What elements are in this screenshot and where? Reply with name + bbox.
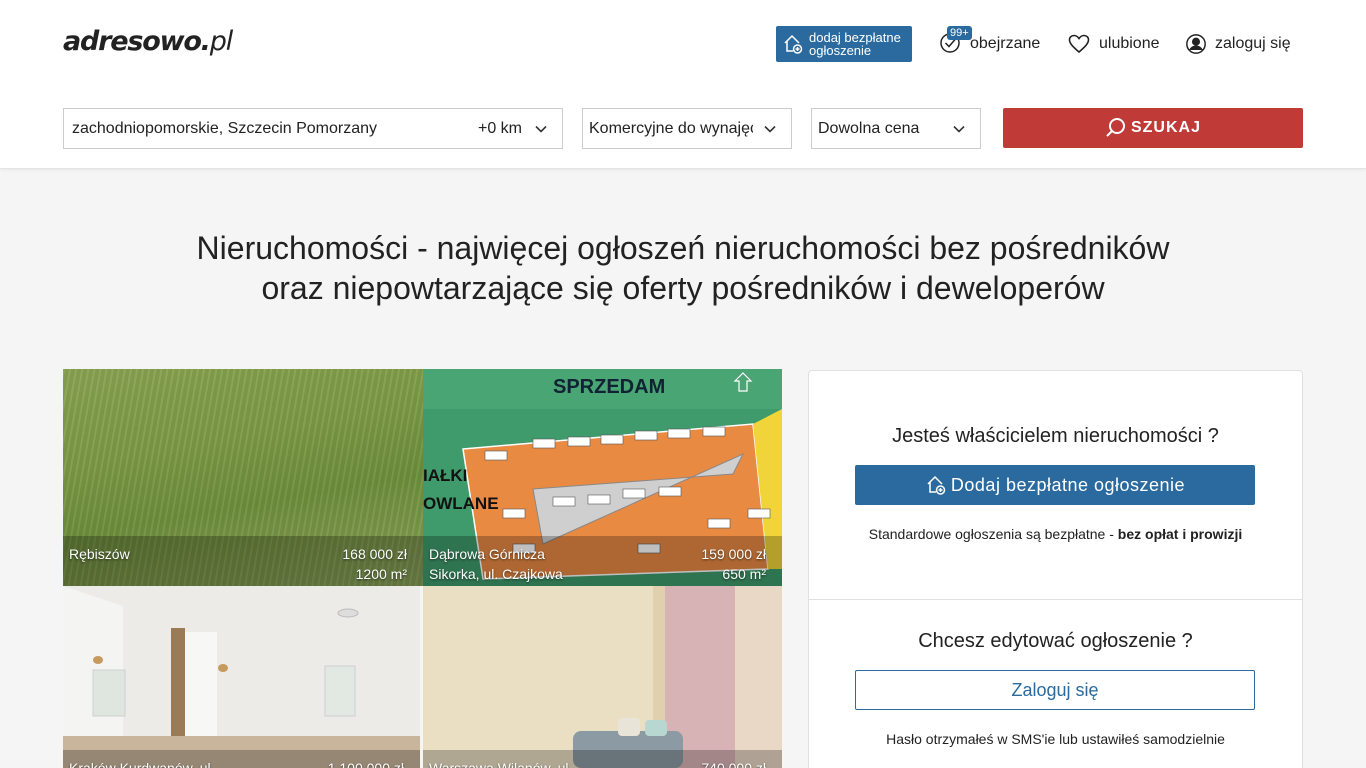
listing-area: 650 m² — [722, 566, 766, 582]
login-note: Hasło otrzymałeś w SMS'ie lub ustawiłeś … — [886, 731, 1225, 747]
add-listing-label-2: ogłoszenie — [809, 43, 872, 58]
nav-login[interactable]: zaloguj się — [1185, 31, 1291, 57]
search-button-label: SZUKAJ — [1130, 119, 1201, 136]
plot-side-text-2: OWLANE — [423, 494, 499, 513]
listing-location-detail: Sikorka, ul. Czajkowa — [429, 566, 563, 582]
nav-login-label: zaloguj się — [1215, 35, 1291, 52]
location-value: zachodniopomorskie, Szczecin Pomorzany — [72, 119, 378, 137]
add-listing-button[interactable]: dodaj bezpłatne ogłoszenie — [776, 26, 912, 62]
edit-question: Chcesz edytować ogłoszenie ? — [918, 630, 1193, 652]
listing-caption: Rębiszów 168 000 zł 1200 m² — [63, 536, 423, 586]
panel-divider — [809, 599, 1302, 600]
house-plus-icon — [927, 475, 946, 495]
listing-location: Dąbrowa Górnicza — [429, 546, 545, 562]
chevron-down-icon — [953, 125, 965, 133]
house-plus-icon — [784, 34, 803, 54]
listing-caption: Dąbrowa Górnicza Sikorka, ul. Czajkowa 15… — [423, 536, 782, 586]
seen-icon-wrap: 99+ — [938, 25, 972, 59]
user-circle-icon — [1186, 34, 1206, 54]
nav-favorites[interactable]: ulubione — [1067, 31, 1160, 57]
chevron-down-icon — [764, 125, 776, 133]
listing-photo-interior — [63, 586, 420, 768]
listing-location: Rębiszów — [69, 546, 130, 562]
search-icon — [1106, 118, 1125, 137]
panel-add-listing-button[interactable]: Dodaj bezpłatne ogłoszenie — [855, 465, 1255, 505]
plot-sign-text: SPRZEDAM — [553, 376, 665, 398]
listing-price: 159 000 zł — [701, 546, 766, 562]
listing-area: 1200 m² — [355, 566, 407, 582]
listing-location: Warszawa Wilanów, ul. — [429, 760, 573, 768]
property-type-value: Komercyjne do wynajęcia — [589, 119, 753, 137]
nav-seen[interactable]: 99+ obejrzane — [938, 25, 1041, 59]
property-type-select[interactable]: Komercyjne do wynajęcia — [582, 108, 792, 149]
price-value: Dowolna cena — [818, 119, 920, 137]
plot-side-text-1: IAŁKI — [423, 466, 467, 485]
listing-location: Kraków Kurdwanów, ul. — [69, 760, 215, 768]
heart-icon — [1068, 34, 1090, 54]
listing-tile[interactable]: Warszawa Wilanów, ul. 740 000 zł — [423, 586, 782, 768]
chevron-down-icon — [535, 125, 547, 133]
logo-text: adresowo. — [63, 26, 211, 57]
owner-panel: Jesteś właścicielem nieruchomości ? Doda… — [808, 370, 1303, 768]
nav-favorites-label: ulubione — [1099, 35, 1160, 52]
logo-tld: pl — [209, 26, 233, 57]
owner-question: Jesteś właścicielem nieruchomości ? — [892, 425, 1219, 447]
location-select[interactable]: zachodniopomorskie, Szczecin Pomorzany +… — [63, 108, 563, 149]
listing-price: 168 000 zł — [342, 546, 407, 562]
listing-price: 740 000 zł — [701, 760, 766, 768]
listing-tile[interactable]: Rębiszów 168 000 zł 1200 m² — [63, 369, 423, 586]
site-header: adresowo.pl dodaj bezpłatne ogłoszenie 99… — [0, 0, 1366, 169]
listing-caption: Kraków Kurdwanów, ul. 1 100 000 zł — [63, 750, 420, 768]
heading-line-2: oraz niepowtarzające się oferty pośredni… — [261, 270, 1105, 306]
nav-seen-label: obejrzane — [970, 35, 1041, 52]
free-note-text: Standardowe ogłoszenia są bezpłatne - — [868, 526, 1118, 542]
search-button[interactable]: SZUKAJ — [1003, 108, 1303, 148]
panel-login-button[interactable]: Zaloguj się — [855, 670, 1255, 710]
listing-caption: Warszawa Wilanów, ul. 740 000 zł — [423, 750, 782, 768]
listing-tile[interactable]: SPRZEDAM IAŁKI OWLANE Dąbrowa Górnicza Si… — [423, 369, 782, 586]
site-logo[interactable]: adresowo.pl — [63, 26, 233, 57]
heading-line-1: Nieruchomości - najwięcej ogłoszeń nieru… — [196, 230, 1170, 266]
free-note-bold: bez opłat i prowizji — [1117, 526, 1243, 542]
listing-price: 1 100 000 zł — [327, 760, 404, 768]
page-heading: Nieruchomości - najwięcej ogłoszeń nieru… — [0, 228, 1366, 308]
listing-photo-interior — [423, 586, 782, 768]
seen-count-badge: 99+ — [947, 25, 972, 40]
radius-value[interactable]: +0 km — [478, 120, 522, 138]
panel-add-listing-label: Dodaj bezpłatne ogłoszenie — [950, 474, 1186, 495]
price-select[interactable]: Dowolna cena — [811, 108, 981, 149]
listing-tile[interactable]: Kraków Kurdwanów, ul. 1 100 000 zł — [63, 586, 420, 768]
free-listing-note: Standardowe ogłoszenia są bezpłatne - be… — [809, 526, 1302, 542]
